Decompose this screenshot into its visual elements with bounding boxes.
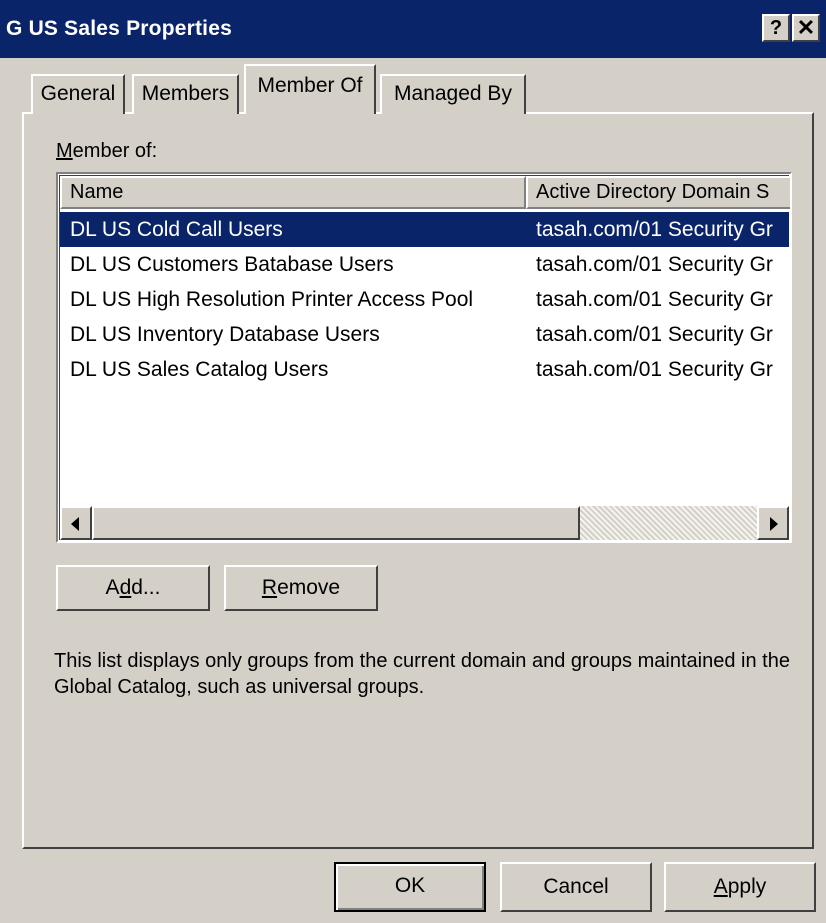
ok-button[interactable]: OK — [334, 862, 486, 912]
cancel-button[interactable]: Cancel — [500, 862, 652, 912]
list-row[interactable]: DL US Customers Batabase Users tasah.com… — [60, 247, 789, 282]
list-inner: Name Active Directory Domain S DL US Col… — [59, 175, 790, 540]
apply-label-post: pply — [727, 875, 767, 898]
row-domain: tasah.com/01 Security Gr — [536, 218, 773, 241]
list-row[interactable]: DL US Sales Catalog Users tasah.com/01 S… — [60, 352, 789, 387]
row-domain: tasah.com/01 Security Gr — [536, 323, 773, 346]
scroll-left-button[interactable] — [60, 506, 92, 540]
remove-label-accel: R — [261, 576, 278, 599]
row-name: DL US High Resolution Printer Access Poo… — [70, 288, 474, 311]
member-of-label-accel: M — [56, 140, 73, 162]
horizontal-scrollbar[interactable] — [60, 506, 789, 540]
info-text: This list displays only groups from the … — [54, 650, 790, 698]
row-name: DL US Cold Call Users — [70, 218, 283, 241]
remove-label-post: emove — [277, 576, 341, 599]
tab-managed-by[interactable]: Managed By — [380, 74, 526, 114]
row-name: DL US Inventory Database Users — [70, 323, 380, 346]
title-bar[interactable]: G US Sales Properties ? ✕ — [0, 0, 826, 58]
tab-general[interactable]: General — [31, 74, 125, 114]
column-header-domain[interactable]: Active Directory Domain S — [526, 176, 790, 209]
properties-dialog: G US Sales Properties ? ✕ General Member… — [0, 0, 826, 923]
row-domain: tasah.com/01 Security Gr — [536, 288, 773, 311]
add-label-pre: A — [105, 576, 120, 599]
row-name: DL US Sales Catalog Users — [70, 358, 329, 381]
list-row[interactable]: DL US Cold Call Users tasah.com/01 Secur… — [60, 212, 789, 247]
list-row[interactable]: DL US High Resolution Printer Access Poo… — [60, 282, 789, 317]
apply-button[interactable]: Apply — [664, 862, 816, 912]
member-of-label-rest: ember of: — [72, 140, 158, 162]
scroll-right-button[interactable] — [757, 506, 789, 540]
tab-member-of[interactable]: Member Of — [244, 64, 376, 114]
add-label-post: d... — [131, 576, 161, 599]
add-label-accel: d — [119, 576, 132, 599]
column-header-name[interactable]: Name — [60, 176, 526, 209]
list-header: Name Active Directory Domain S — [60, 176, 790, 209]
add-button[interactable]: Add... — [56, 565, 210, 611]
row-name: DL US Customers Batabase Users — [70, 253, 394, 276]
member-of-list[interactable]: Name Active Directory Domain S DL US Col… — [56, 172, 792, 543]
list-rows: DL US Cold Call Users tasah.com/01 Secur… — [60, 212, 789, 387]
apply-label-accel: A — [713, 875, 728, 898]
list-row[interactable]: DL US Inventory Database Users tasah.com… — [60, 317, 789, 352]
row-domain: tasah.com/01 Security Gr — [536, 358, 773, 381]
help-button[interactable]: ? — [762, 14, 790, 42]
remove-button[interactable]: Remove — [224, 565, 378, 611]
row-domain: tasah.com/01 Security Gr — [536, 253, 773, 276]
member-of-label: Member of: — [56, 140, 157, 163]
arrow-left-icon — [71, 517, 79, 531]
tab-members[interactable]: Members — [132, 74, 239, 114]
scroll-thumb[interactable] — [92, 506, 580, 540]
window-title: G US Sales Properties — [6, 17, 232, 40]
close-button[interactable]: ✕ — [792, 14, 820, 42]
arrow-right-icon — [770, 517, 778, 531]
